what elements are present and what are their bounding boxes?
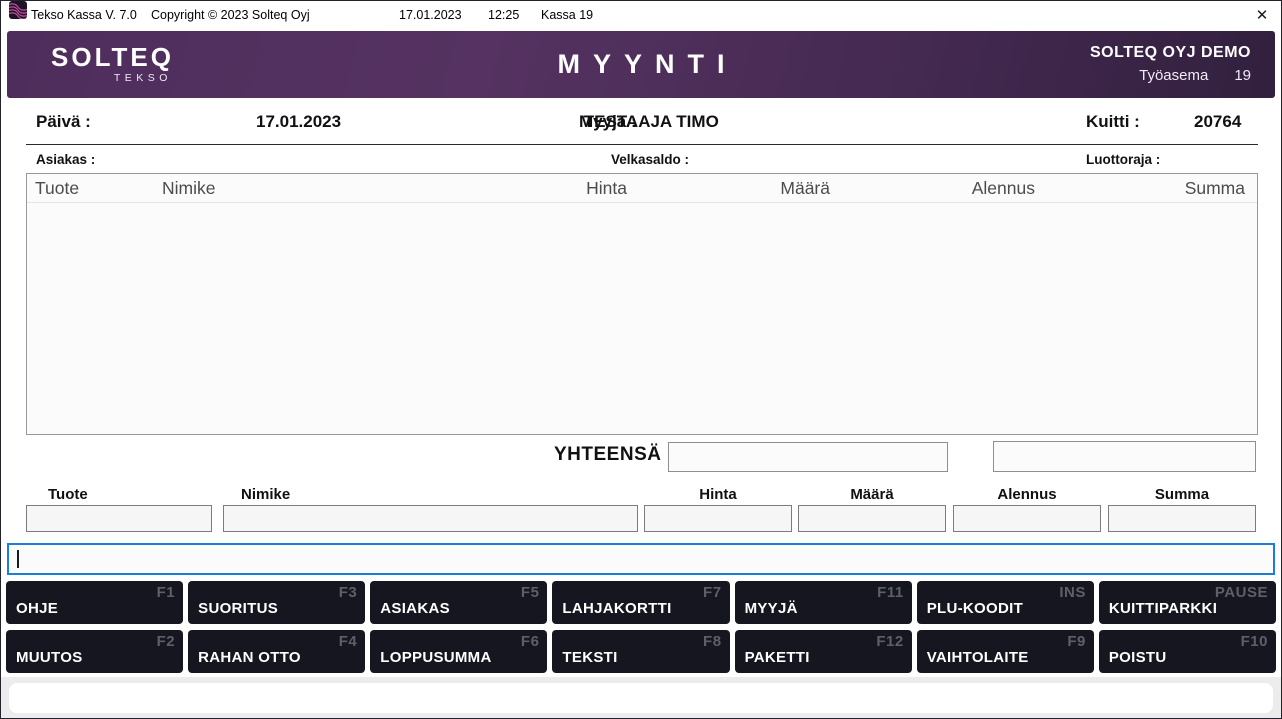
command-input[interactable] [7, 543, 1275, 575]
function-key-label: PAKETTI [745, 649, 810, 666]
function-key-shortcut: F1 [157, 584, 176, 601]
function-key-button[interactable]: F6 LOPPUSUMMA [370, 630, 547, 673]
entry-label-alennus: Alennus [953, 486, 1101, 503]
function-key-shortcut: F10 [1241, 633, 1268, 650]
titlebar-date: 17.01.2023 [399, 1, 462, 29]
function-key-row-2: F2 MUUTOS F4 RAHAN OTTO F6 LOPPUSUMMA F8… [6, 630, 1276, 673]
seller-value: TESTAAJA TIMO [584, 112, 719, 132]
function-key-shortcut: F5 [521, 584, 540, 601]
function-key-button[interactable]: F10 POISTU [1099, 630, 1276, 673]
alennus-input[interactable] [953, 505, 1101, 532]
hinta-input[interactable] [644, 505, 792, 532]
function-key-button[interactable]: F7 LAHJAKORTTI [552, 581, 729, 624]
summa-input[interactable] [1108, 505, 1256, 532]
column-header-hinta: Hinta [586, 178, 627, 199]
column-header-tuote: Tuote [35, 178, 79, 199]
receipt-label: Kuitti : [1086, 112, 1140, 132]
function-key-shortcut: F11 [877, 584, 904, 601]
function-key-label: SUORITUS [198, 600, 278, 617]
message-strip [9, 683, 1273, 713]
workstation-label: Työasema [1139, 67, 1208, 84]
maara-input[interactable] [798, 505, 946, 532]
function-key-shortcut: F9 [1067, 633, 1086, 650]
items-table-header: Tuote Nimike Hinta Määrä Alennus Summa [27, 174, 1257, 203]
function-key-button[interactable]: F9 VAIHTOLAITE [917, 630, 1094, 673]
function-key-label: OHJE [16, 600, 58, 617]
function-key-shortcut: F8 [703, 633, 722, 650]
divider-line [26, 144, 1258, 145]
credit-limit-label: Luottoraja : [1086, 152, 1160, 167]
store-name: SOLTEQ OYJ DEMO [1090, 44, 1251, 62]
brand-header: SOLTEQ TEKSO MYYNTI SOLTEQ OYJ DEMO Työa… [7, 31, 1275, 98]
function-key-label: TEKSTI [562, 649, 617, 666]
entry-label-maara: Määrä [798, 486, 946, 503]
date-value: 17.01.2023 [256, 112, 341, 132]
function-key-label: LAHJAKORTTI [562, 600, 671, 617]
function-key-button[interactable]: F12 PAKETTI [735, 630, 912, 673]
bottom-band [1, 677, 1281, 718]
function-key-shortcut: F12 [876, 633, 903, 650]
function-key-button[interactable]: INS PLU-KOODIT [917, 581, 1094, 624]
function-key-shortcut: F6 [521, 633, 540, 650]
column-header-nimike: Nimike [162, 178, 215, 199]
function-key-label: RAHAN OTTO [198, 649, 301, 666]
secondary-total-field [993, 441, 1256, 472]
date-label: Päivä : [36, 112, 91, 132]
screen-title: MYYNTI [7, 49, 1275, 80]
function-key-shortcut: PAUSE [1215, 584, 1268, 601]
nimike-input[interactable] [223, 505, 638, 532]
workstation-value: 19 [1234, 67, 1251, 84]
column-header-maara: Määrä [780, 178, 830, 199]
text-caret [17, 550, 19, 568]
titlebar-time: 12:25 [488, 1, 519, 29]
receipt-number: 20764 [1194, 112, 1241, 132]
title-bar: Tekso Kassa V. 7.0 Copyright © 2023 Solt… [1, 1, 1281, 29]
function-key-label: KUITTIPARKKI [1109, 600, 1217, 617]
function-key-button[interactable]: PAUSE KUITTIPARKKI [1099, 581, 1276, 624]
function-key-label: POISTU [1109, 649, 1167, 666]
column-header-summa: Summa [1185, 178, 1245, 199]
function-key-button[interactable]: F4 RAHAN OTTO [188, 630, 365, 673]
function-key-label: PLU-KOODIT [927, 600, 1023, 617]
seller-line: Myyjä : TESTAAJA TIMO [579, 112, 584, 132]
total-label: YHTEENSÄ [554, 444, 661, 466]
entry-label-summa: Summa [1108, 486, 1256, 503]
function-key-label: LOPPUSUMMA [380, 649, 491, 666]
function-key-button[interactable]: F2 MUUTOS [6, 630, 183, 673]
function-key-button[interactable]: F5 ASIAKAS [370, 581, 547, 624]
function-key-label: VAIHTOLAITE [927, 649, 1029, 666]
function-key-button[interactable]: F11 MYYJÄ [735, 581, 912, 624]
function-key-button[interactable]: F8 TEKSTI [552, 630, 729, 673]
entry-label-hinta: Hinta [644, 486, 792, 503]
entry-label-tuote: Tuote [48, 486, 88, 503]
debt-balance-label: Velkasaldo : [611, 152, 689, 167]
function-key-button[interactable]: F3 SUORITUS [188, 581, 365, 624]
titlebar-register: Kassa 19 [541, 1, 593, 29]
function-key-shortcut: F4 [339, 633, 358, 650]
function-key-label: ASIAKAS [380, 600, 450, 617]
tuote-input[interactable] [26, 505, 212, 532]
function-key-shortcut: INS [1059, 584, 1086, 601]
function-key-row-1: F1 OHJE F3 SUORITUS F5 ASIAKAS F7 LAHJAK… [6, 581, 1276, 624]
close-icon[interactable]: ✕ [1247, 1, 1277, 29]
workstation-line: Työasema 19 [1090, 67, 1251, 84]
function-key-shortcut: F2 [157, 633, 176, 650]
pos-window: Tekso Kassa V. 7.0 Copyright © 2023 Solt… [0, 0, 1282, 719]
copyright-text: Copyright © 2023 Solteq Oyj [151, 1, 310, 29]
customer-label: Asiakas : [36, 152, 95, 167]
function-key-label: MYYJÄ [745, 600, 798, 617]
entry-label-nimike: Nimike [241, 486, 290, 503]
app-icon [9, 1, 27, 19]
function-key-button[interactable]: F1 OHJE [6, 581, 183, 624]
store-block: SOLTEQ OYJ DEMO Työasema 19 [1090, 44, 1251, 84]
window-title: Tekso Kassa V. 7.0 [31, 1, 137, 29]
receipt-items-table: Tuote Nimike Hinta Määrä Alennus Summa [26, 173, 1258, 435]
column-header-alennus: Alennus [972, 178, 1035, 199]
function-key-shortcut: F7 [703, 584, 722, 601]
function-key-shortcut: F3 [339, 584, 358, 601]
function-key-label: MUUTOS [16, 649, 83, 666]
total-amount-field [668, 442, 948, 472]
